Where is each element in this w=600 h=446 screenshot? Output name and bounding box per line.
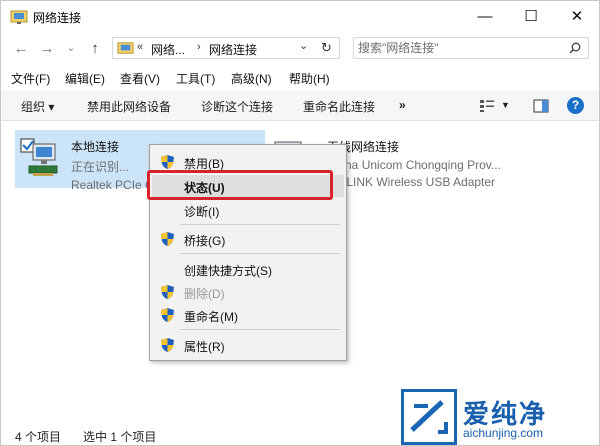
back-arrow-icon[interactable]: ← — [11, 38, 31, 58]
selected-count: 选中 1 个项目 — [83, 430, 157, 444]
recent-chevron-icon[interactable]: ⌄ — [61, 38, 81, 58]
menu-item-delete: 删除(D) — [152, 281, 344, 303]
address-row: ← → ⌄ ↑ « 网络... › 网络连接 ⌄ ↻ — [1, 33, 599, 63]
menu-item-bridge[interactable]: 桥接(G) — [152, 228, 344, 250]
disable-device-button[interactable]: 禁用此网络设备 — [87, 98, 171, 115]
overflow-chevron-icon[interactable]: « — [137, 41, 143, 53]
connection-status: China Unicom Chongqing Prov... — [327, 158, 501, 172]
menu-help[interactable]: 帮助(H) — [289, 70, 330, 87]
wireless-connection-text: 无线网络连接 China Unicom Chongqing Prov... TP… — [327, 138, 597, 189]
menu-separator — [180, 224, 340, 225]
connection-adapter: TP-LINK Wireless USB Adapter — [327, 175, 496, 189]
watermark-url: aichunjing.com — [463, 426, 544, 440]
menu-tools[interactable]: 工具(T) — [176, 70, 215, 87]
window-title: 网络连接 — [33, 11, 82, 25]
menu-item-label: 创建快捷方式(S) — [184, 264, 272, 278]
breadcrumb-separator-icon[interactable]: › — [197, 41, 201, 53]
search-box[interactable] — [353, 37, 589, 59]
diagnose-connection-button[interactable]: 诊断这个连接 — [201, 98, 273, 115]
uac-shield-icon — [161, 232, 174, 246]
network-folder-icon — [10, 10, 28, 24]
watermark-logo-icon — [410, 400, 448, 434]
highlight-annotation-box — [147, 170, 333, 200]
menu-item-rename[interactable]: 重命名(M) — [152, 304, 344, 326]
menu-item-label: 删除(D) — [184, 287, 225, 301]
item-count: 4 个项目 — [15, 430, 62, 444]
menu-separator — [180, 253, 340, 254]
watermark-logo — [401, 389, 457, 445]
close-button[interactable]: ✕ — [555, 1, 599, 31]
menu-advanced[interactable]: 高级(N) — [231, 70, 272, 87]
more-commands-icon[interactable]: » — [399, 98, 406, 112]
menu-bar: 文件(F) 编辑(E) 查看(V) 工具(T) 高级(N) 帮助(H) — [1, 65, 599, 91]
menu-separator — [180, 329, 340, 330]
minimize-button[interactable]: — — [463, 1, 507, 31]
search-input[interactable] — [358, 40, 558, 56]
breadcrumb-network[interactable]: 网络... — [151, 41, 185, 58]
menu-item-diagnose[interactable]: 诊断(I) — [152, 199, 344, 221]
menu-file[interactable]: 文件(F) — [11, 70, 50, 87]
menu-view[interactable]: 查看(V) — [120, 70, 160, 87]
uac-shield-icon — [161, 338, 174, 352]
local-connection-text: 本地连接 正在识别... Realtek PCIe GbE Family Con… — [71, 138, 149, 192]
ethernet-adapter-icon — [20, 138, 58, 176]
network-folder-icon — [117, 42, 134, 54]
maximize-button[interactable]: ☐ — [509, 1, 553, 31]
breadcrumb-network-connections[interactable]: 网络连接 — [209, 41, 257, 58]
connection-name: 本地连接 — [71, 140, 120, 154]
view-options-icon[interactable] — [479, 99, 495, 113]
menu-item-label: 属性(R) — [184, 340, 225, 354]
title-bar: 网络连接 — ☐ ✕ — [1, 1, 599, 33]
menu-edit[interactable]: 编辑(E) — [65, 70, 105, 87]
menu-item-label: 重命名(M) — [184, 310, 238, 324]
uac-shield-icon — [161, 155, 174, 169]
menu-item-label: 诊断(I) — [184, 205, 220, 219]
help-icon[interactable]: ? — [567, 97, 584, 114]
command-bar: 组织 ▾ 禁用此网络设备 诊断这个连接 重命名此连接 » ▼ ? — [1, 91, 599, 121]
organize-button[interactable]: 组织 ▾ — [21, 98, 54, 115]
refresh-icon[interactable]: ↻ — [321, 40, 332, 56]
menu-item-label: 桥接(G) — [184, 234, 226, 248]
rename-connection-button[interactable]: 重命名此连接 — [303, 98, 375, 115]
connection-name: 无线网络连接 — [327, 140, 400, 154]
view-dropdown-icon[interactable]: ▼ — [501, 100, 510, 110]
connection-adapter: Realtek PCIe GbE Family Controller — [71, 178, 149, 192]
connection-status: 正在识别... — [71, 160, 130, 174]
up-arrow-icon[interactable]: ↑ — [85, 38, 105, 58]
forward-arrow-icon[interactable]: → — [37, 38, 57, 58]
explorer-window: 网络连接 — ☐ ✕ ← → ⌄ ↑ « 网络... › 网络连接 ⌄ ↻ 搜索… — [0, 0, 600, 446]
menu-item-create-shortcut[interactable]: 创建快捷方式(S) — [152, 258, 344, 280]
search-icon[interactable] — [569, 42, 581, 54]
uac-shield-icon — [161, 285, 174, 299]
address-bar[interactable]: « 网络... › 网络连接 ⌄ ↻ — [112, 37, 340, 59]
menu-item-properties[interactable]: 属性(R) — [152, 334, 344, 356]
uac-shield-icon — [161, 308, 174, 322]
preview-pane-icon[interactable] — [533, 99, 549, 113]
address-dropdown-icon[interactable]: ⌄ — [299, 39, 308, 52]
